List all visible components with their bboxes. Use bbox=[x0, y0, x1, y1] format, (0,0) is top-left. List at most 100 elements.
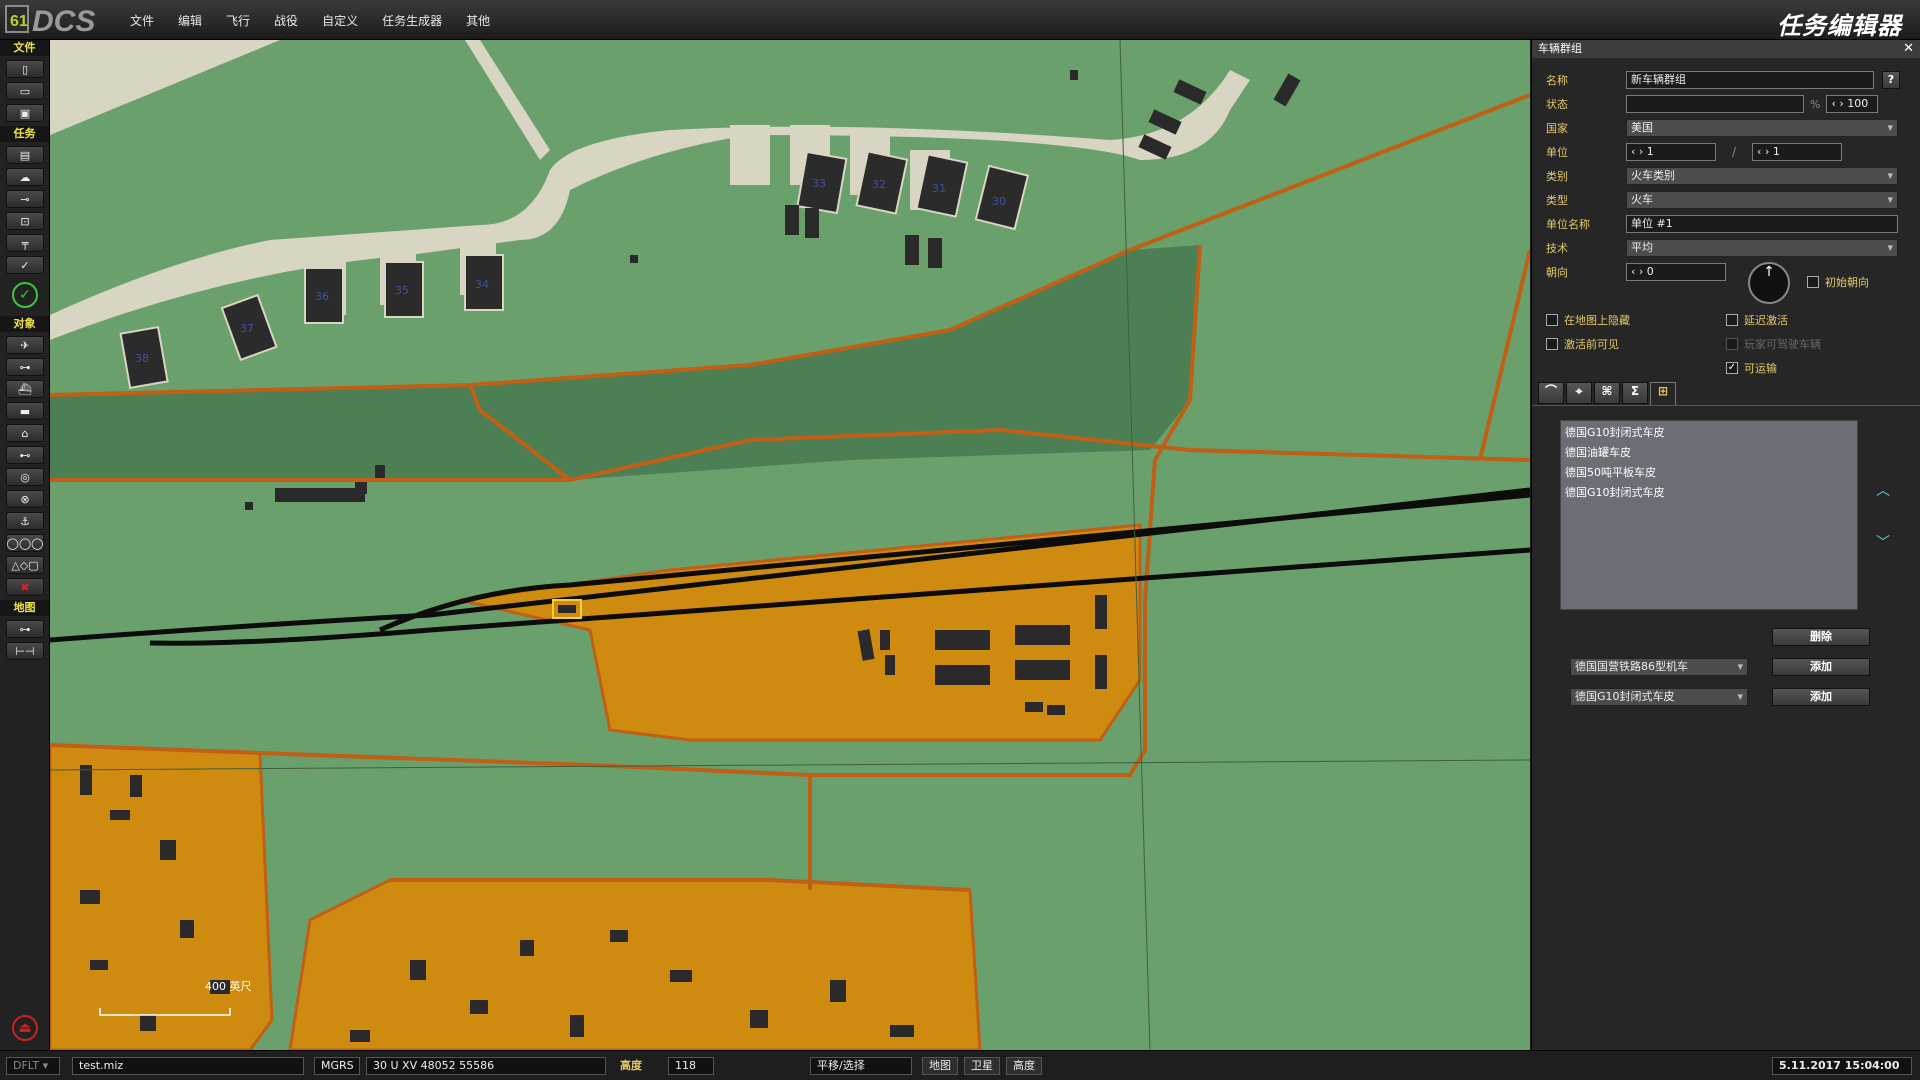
exit-icon[interactable]: ⏏ bbox=[12, 1015, 38, 1041]
add-template-button[interactable]: ⊷ bbox=[6, 446, 44, 464]
list-item[interactable]: 德国G10封闭式车皮 bbox=[1565, 483, 1853, 503]
skill-select[interactable]: 平均 bbox=[1626, 239, 1898, 257]
panel-header: 车辆群组 ✕ bbox=[1532, 40, 1920, 58]
type-select[interactable]: 火车 bbox=[1626, 191, 1898, 209]
add-train-button[interactable]: ◯◯◯ bbox=[6, 534, 44, 552]
trigger-zone-button[interactable]: ⊡ bbox=[6, 212, 44, 230]
menu-mission-generator[interactable]: 任务生成器 bbox=[382, 12, 442, 29]
list-item[interactable]: 德国G10封闭式车皮 bbox=[1565, 423, 1853, 443]
menu-edit[interactable]: 编辑 bbox=[178, 12, 202, 29]
list-item[interactable]: 德国50吨平板车皮 bbox=[1565, 463, 1853, 483]
add-infantry-button[interactable]: ⚓ bbox=[6, 512, 44, 530]
resources-icon: ╤ bbox=[21, 236, 29, 250]
unit-name-field[interactable]: 单位 #1 bbox=[1626, 215, 1898, 233]
menu-flight[interactable]: 飞行 bbox=[226, 12, 250, 29]
wagon-select[interactable]: 德国G10封闭式车皮 bbox=[1570, 688, 1748, 706]
hide-on-map-checkbox[interactable] bbox=[1546, 314, 1558, 326]
transportable-row[interactable]: ✓ 可运输 bbox=[1726, 360, 1777, 376]
open-mission-button[interactable]: ▭ bbox=[6, 82, 44, 100]
wagon-list[interactable]: 德国G10封闭式车皮 德国油罐车皮 德国50吨平板车皮 德国G10封闭式车皮 bbox=[1560, 420, 1858, 610]
visible-before-start-checkbox[interactable] bbox=[1546, 338, 1558, 350]
train-unit-marker[interactable] bbox=[552, 599, 582, 619]
section-map: 地图 bbox=[0, 600, 49, 616]
add-target-button[interactable]: ◎ bbox=[6, 468, 44, 486]
add-drawing-button[interactable]: △◇▢ bbox=[6, 556, 44, 574]
map-mode-button[interactable]: 地图 bbox=[922, 1057, 958, 1075]
altitude-label: 高度 bbox=[620, 1059, 642, 1072]
building-number: 33 bbox=[812, 177, 826, 190]
tab-summary[interactable]: Σ bbox=[1622, 382, 1648, 404]
building-number: 37 bbox=[240, 322, 254, 335]
condition-percent-value: 100 bbox=[1847, 97, 1869, 110]
add-locomotive-button[interactable]: 添加 bbox=[1772, 658, 1870, 676]
delete-object-button[interactable]: ✖ bbox=[6, 578, 44, 596]
name-field[interactable]: 新车辆群组 bbox=[1626, 71, 1874, 89]
transportable-checkbox[interactable]: ✓ bbox=[1726, 362, 1738, 374]
add-static-button[interactable]: ⌂ bbox=[6, 424, 44, 442]
condition-row: 状态 % ‹ › 100 bbox=[1546, 94, 1879, 114]
tab-targets[interactable]: ⌘ bbox=[1594, 382, 1620, 404]
main-menu: 文件 编辑 飞行 战役 自定义 任务生成器 其他 bbox=[130, 0, 514, 40]
new-mission-button[interactable]: ▯ bbox=[6, 60, 44, 78]
add-vehicle-button[interactable]: ▬ bbox=[6, 402, 44, 420]
tab-triggered-actions[interactable]: ⌖ bbox=[1566, 382, 1592, 404]
condition-percent-stepper[interactable]: ‹ › 100 bbox=[1826, 95, 1879, 113]
add-plane-button[interactable]: ✈ bbox=[6, 336, 44, 354]
route-icon: ⌒ bbox=[1544, 384, 1557, 398]
add-helicopter-button[interactable]: ⊶ bbox=[6, 358, 44, 376]
menu-misc[interactable]: 其他 bbox=[466, 12, 490, 29]
map-canvas[interactable]: 33 32 31 30 38 37 36 35 34 400 英尺 bbox=[50, 40, 1530, 1050]
category-label: 类别 bbox=[1546, 170, 1568, 183]
condition-field[interactable] bbox=[1626, 95, 1804, 113]
initial-heading-checkbox-row[interactable]: 初始朝向 bbox=[1807, 274, 1869, 290]
help-button[interactable]: ? bbox=[1882, 71, 1900, 89]
category-select[interactable]: 火车类别 bbox=[1626, 167, 1898, 185]
unit-index-stepper[interactable]: ‹ › 1 bbox=[1626, 143, 1716, 161]
menu-customize[interactable]: 自定义 bbox=[322, 12, 358, 29]
heading-dial[interactable]: ↑ bbox=[1748, 262, 1790, 304]
save-mission-button[interactable]: ▣ bbox=[6, 104, 44, 122]
coord-system-button[interactable]: MGRS bbox=[314, 1057, 360, 1075]
locomotive-select[interactable]: 德国国营铁路86型机车 bbox=[1570, 658, 1748, 676]
add-nav-point-button[interactable]: ⊗ bbox=[6, 490, 44, 508]
scroll-up-button[interactable]: ︿ bbox=[1876, 480, 1890, 500]
tab-train-cars[interactable]: ⊞ bbox=[1650, 382, 1676, 406]
resources-button[interactable]: ╤ bbox=[6, 234, 44, 252]
country-row: 国家 美国 bbox=[1546, 118, 1898, 138]
template-icon: ⊷ bbox=[19, 448, 31, 462]
player-can-drive-checkbox bbox=[1726, 338, 1738, 350]
triggers-button[interactable]: ⊸ bbox=[6, 190, 44, 208]
initial-heading-checkbox[interactable] bbox=[1807, 276, 1819, 288]
menu-campaign[interactable]: 战役 bbox=[274, 12, 298, 29]
late-activation-row[interactable]: 延迟激活 bbox=[1726, 312, 1788, 328]
country-select[interactable]: 美国 bbox=[1626, 119, 1898, 137]
altitude-mode-button[interactable]: 高度 bbox=[1006, 1057, 1042, 1075]
scroll-down-button[interactable]: ﹀ bbox=[1876, 532, 1890, 552]
visible-before-start-row[interactable]: 激活前可见 bbox=[1546, 336, 1619, 352]
checkmark-icon: ✓ bbox=[20, 258, 30, 272]
map-view[interactable]: 33 32 31 30 38 37 36 35 34 400 英尺 bbox=[50, 40, 1530, 1050]
add-ship-button[interactable]: ⛴ bbox=[6, 380, 44, 398]
late-activation-checkbox[interactable] bbox=[1726, 314, 1738, 326]
unit-count-value: 1 bbox=[1772, 145, 1780, 158]
satellite-mode-button[interactable]: 卫星 bbox=[964, 1057, 1000, 1075]
transportable-label: 可运输 bbox=[1744, 362, 1777, 375]
panel-title: 车辆群组 bbox=[1538, 42, 1582, 55]
unit-count-stepper[interactable]: ‹ › 1 bbox=[1752, 143, 1843, 161]
dcs-logo: 61 DCS bbox=[5, 5, 95, 38]
ruler-button[interactable]: ⊢⊣ bbox=[6, 642, 44, 660]
delete-wagon-button[interactable]: 删除 bbox=[1772, 628, 1870, 646]
list-item[interactable]: 德国油罐车皮 bbox=[1565, 443, 1853, 463]
tab-route[interactable]: ⌒ bbox=[1538, 382, 1564, 404]
close-icon[interactable]: ✕ bbox=[1903, 40, 1914, 58]
map-options-button[interactable]: ⊶ bbox=[6, 620, 44, 638]
add-wagon-button[interactable]: 添加 bbox=[1772, 688, 1870, 706]
building-number: 38 bbox=[135, 352, 149, 365]
hide-on-map-row[interactable]: 在地图上隐藏 bbox=[1546, 312, 1630, 328]
briefing-button[interactable]: ▤ bbox=[6, 146, 44, 164]
weather-button[interactable]: ☁ bbox=[6, 168, 44, 186]
profile-select[interactable]: DFLT ▾ bbox=[6, 1057, 60, 1075]
heading-stepper[interactable]: ‹ › 0 bbox=[1626, 263, 1726, 281]
check-mission-button[interactable]: ✓ bbox=[6, 256, 44, 274]
menu-file[interactable]: 文件 bbox=[130, 12, 154, 29]
